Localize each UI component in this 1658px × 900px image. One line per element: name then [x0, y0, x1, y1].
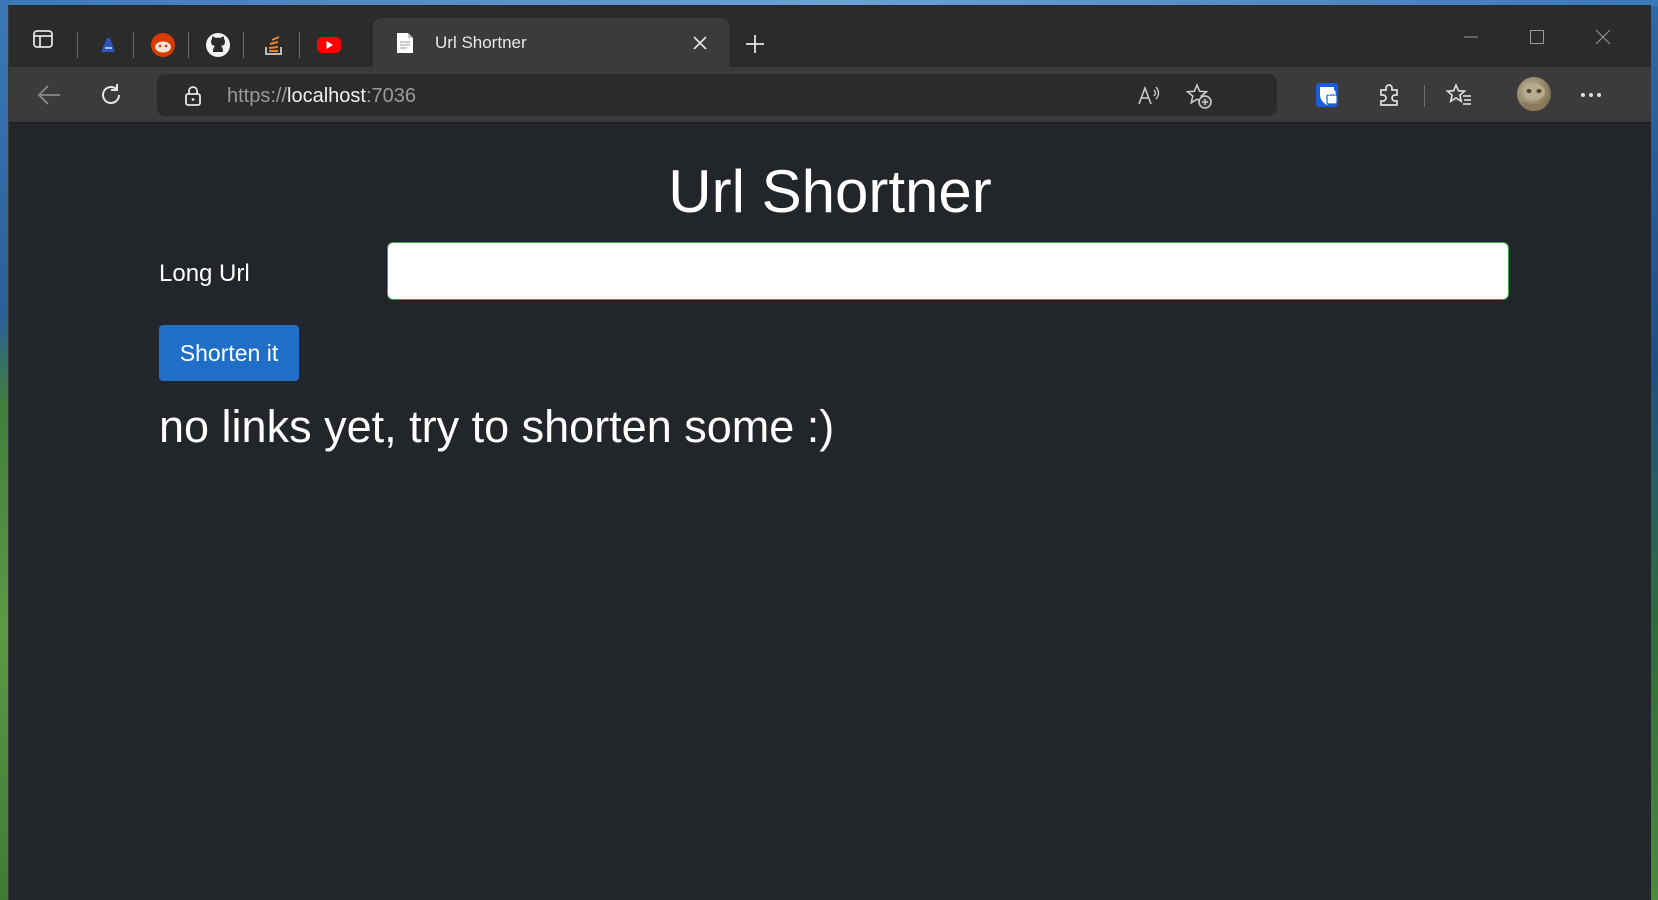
tab-strip: Url Shortner	[9, 5, 1651, 67]
tab-separator	[188, 32, 189, 58]
extensions-icon[interactable]	[1369, 75, 1409, 115]
tab-actions-icon[interactable]	[25, 21, 61, 57]
bitwarden-icon[interactable]	[1307, 75, 1347, 115]
new-tab-icon[interactable]	[737, 26, 773, 62]
favorites-icon[interactable]	[1439, 75, 1479, 115]
address-bar[interactable]: https://localhost:7036	[157, 74, 1277, 116]
maximize-icon[interactable]	[1517, 21, 1557, 53]
reddit-icon[interactable]	[146, 28, 180, 62]
profile-avatar[interactable]	[1517, 77, 1551, 111]
page-title: Url Shortner	[668, 158, 992, 225]
browser-window: Url Shortner https://localhost:7036 Url …	[8, 5, 1651, 900]
url-scheme: https://	[227, 85, 288, 107]
page-content: Url Shortner Long Url Shorten it no link…	[9, 123, 1651, 900]
minimize-icon[interactable]	[1451, 21, 1491, 53]
azure-devops-icon[interactable]	[91, 28, 125, 62]
browser-toolbar: https://localhost:7036	[9, 67, 1651, 123]
tab-separator	[77, 32, 78, 58]
shorten-button[interactable]: Shorten it	[159, 325, 299, 381]
url-port: :7036	[365, 85, 417, 107]
lock-icon[interactable]	[182, 85, 204, 107]
read-aloud-icon[interactable]	[1133, 80, 1165, 112]
page-document-icon	[395, 32, 415, 54]
refresh-icon[interactable]	[91, 75, 131, 115]
url-host: localhost	[287, 85, 366, 107]
desktop-wallpaper-edge	[0, 0, 8, 900]
tab-title: Url Shortner	[435, 33, 527, 52]
close-window-icon[interactable]	[1583, 21, 1623, 53]
more-icon[interactable]	[1571, 75, 1611, 115]
add-favorite-icon[interactable]	[1183, 80, 1215, 112]
stackoverflow-icon[interactable]	[257, 28, 291, 62]
tab-url-shortner[interactable]: Url Shortner	[373, 18, 729, 67]
long-url-label: Long Url	[159, 260, 250, 287]
empty-links-message: no links yet, try to shorten some :)	[159, 401, 835, 452]
youtube-icon[interactable]	[312, 28, 346, 62]
close-tab-icon[interactable]	[687, 30, 713, 56]
toolbar-divider	[1424, 85, 1425, 107]
url-text: https://localhost:7036	[227, 85, 416, 107]
tab-separator	[243, 32, 244, 58]
github-icon[interactable]	[201, 28, 235, 62]
back-icon[interactable]	[29, 75, 69, 115]
long-url-input[interactable]	[387, 242, 1509, 300]
tab-separator	[299, 32, 300, 58]
tab-separator	[133, 32, 134, 58]
